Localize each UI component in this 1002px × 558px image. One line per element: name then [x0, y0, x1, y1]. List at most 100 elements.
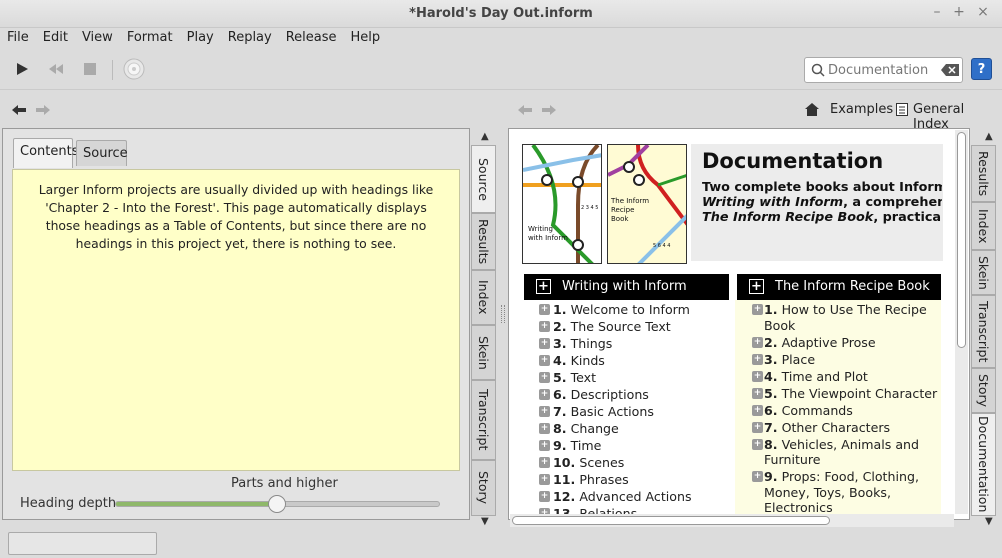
expand-all-icon[interactable]: +	[749, 279, 764, 294]
expand-icon: +	[539, 423, 550, 434]
list-item[interactable]: +7. Other Characters	[735, 420, 941, 436]
list-item[interactable]: +7. Basic Actions	[524, 404, 729, 420]
expand-icon: +	[539, 355, 550, 366]
list-item[interactable]: +12. Advanced Actions	[524, 489, 729, 505]
menu-format[interactable]: Format	[120, 29, 180, 47]
expand-icon: +	[752, 438, 763, 450]
scrollbar-thumb[interactable]	[512, 516, 830, 525]
tab-transcript-vertical[interactable]: Transcript	[971, 295, 996, 368]
expand-icon: +	[752, 404, 763, 416]
list-item[interactable]: +5. Text	[524, 370, 729, 386]
heading-depth-label: Heading depth	[20, 496, 117, 511]
expand-icon: +	[539, 338, 550, 349]
expand-icon: +	[539, 321, 550, 332]
list-item[interactable]: +6. Commands	[735, 403, 941, 419]
list-item[interactable]: +8. Vehicles, Animals and Furniture	[735, 437, 941, 468]
tab-index-vertical[interactable]: Index	[971, 202, 996, 250]
tab-index-vertical[interactable]: Index	[471, 270, 496, 325]
right-tabs-scroll-down-icon[interactable]: ▼	[985, 516, 993, 527]
play-button[interactable]	[10, 58, 34, 80]
list-item[interactable]: +8. Change	[524, 421, 729, 437]
list-item[interactable]: +3. Place	[735, 352, 941, 368]
expand-all-icon[interactable]: +	[536, 279, 551, 294]
list-item[interactable]: +4. Time and Plot	[735, 369, 941, 385]
menu-file[interactable]: File	[0, 29, 36, 47]
list-item[interactable]: +10. Scenes	[524, 455, 729, 471]
slider-handle[interactable]	[268, 495, 286, 513]
slider-fill	[116, 502, 272, 506]
expand-icon: +	[752, 304, 763, 315]
list-item[interactable]: +4. Kinds	[524, 353, 729, 369]
menu-play[interactable]: Play	[180, 29, 221, 47]
menu-edit[interactable]: Edit	[36, 29, 75, 47]
left-forward-button[interactable]	[36, 104, 50, 118]
scrollbar-thumb[interactable]	[957, 132, 966, 348]
list-item[interactable]: +9. Time	[524, 438, 729, 454]
home-icon[interactable]	[805, 103, 819, 116]
search-field[interactable]: Documentation	[804, 57, 963, 83]
maximize-icon[interactable]: +	[950, 4, 968, 20]
release-button[interactable]	[122, 58, 146, 80]
left-tabs-scroll-up-icon[interactable]: ▲	[481, 131, 489, 142]
book2-label: The Inform Recipe Book	[611, 197, 650, 223]
expand-icon: +	[539, 406, 550, 417]
expand-icon: +	[752, 353, 763, 365]
list-item[interactable]: +5. The Viewpoint Character	[735, 386, 941, 402]
tab-transcript-vertical[interactable]: Transcript	[471, 380, 496, 460]
expand-icon: +	[539, 440, 550, 451]
list-item[interactable]: +11. Phrases	[524, 472, 729, 488]
list-item[interactable]: +9. Props: Food, Clothing, Money, Toys, …	[735, 469, 941, 514]
documentation-vertical-scrollbar[interactable]	[955, 130, 968, 514]
expand-icon: +	[752, 421, 763, 433]
tab-skein-vertical[interactable]: Skein	[971, 250, 996, 295]
right-forward-button[interactable]	[542, 104, 556, 118]
list-item[interactable]: +2. Adaptive Prose	[735, 335, 941, 351]
documentation-horizontal-scrollbar[interactable]	[510, 514, 954, 527]
pane-divider-grip[interactable]	[501, 305, 505, 323]
list-item[interactable]: +6. Descriptions	[524, 387, 729, 403]
tab-contents[interactable]: Contents	[13, 138, 78, 168]
replay-button[interactable]	[44, 58, 68, 80]
tab-skein-vertical[interactable]: Skein	[471, 325, 496, 380]
search-placeholder: Documentation	[828, 63, 929, 78]
tab-documentation-vertical[interactable]: Documentation	[971, 413, 996, 516]
disc-icon	[123, 58, 145, 80]
inform-recipe-book-cover[interactable]: The Inform Recipe Book 5 6 4 4	[607, 144, 687, 264]
back-arrow-icon	[12, 105, 26, 115]
left-tabs-scroll-down-icon[interactable]: ▼	[481, 516, 489, 527]
help-button[interactable]: ?	[971, 58, 992, 80]
writing-with-inform-header[interactable]: + Writing with Inform	[524, 274, 729, 300]
window-title: *Harold's Day Out.inform	[409, 6, 593, 21]
menu-view[interactable]: View	[75, 29, 120, 47]
recipe-book-header[interactable]: + The Inform Recipe Book	[737, 274, 941, 300]
list-item[interactable]: +1. Welcome to Inform	[524, 302, 729, 318]
expand-icon: +	[539, 491, 550, 502]
clear-search-icon[interactable]	[941, 64, 959, 76]
tab-story-vertical[interactable]: Story	[971, 368, 996, 413]
writing-with-inform-cover[interactable]: Writing with Inform 2 3 4 5	[522, 144, 602, 264]
tab-results-vertical[interactable]: Results	[471, 213, 496, 270]
menu-replay[interactable]: Replay	[221, 29, 279, 47]
minimize-icon[interactable]: –	[928, 4, 946, 20]
menu-release[interactable]: Release	[279, 29, 344, 47]
slider-caption: Parts and higher	[231, 476, 338, 491]
writing-chapter-list: +1. Welcome to Inform +2. The Source Tex…	[524, 300, 729, 514]
close-icon[interactable]: ×	[974, 4, 992, 20]
tab-story-vertical[interactable]: Story	[471, 460, 496, 516]
stop-button[interactable]	[78, 58, 102, 80]
right-tabs-scroll-up-icon[interactable]: ▲	[985, 131, 993, 142]
list-item[interactable]: +3. Things	[524, 336, 729, 352]
left-back-button[interactable]	[12, 104, 26, 118]
index-book-icon[interactable]	[896, 103, 908, 116]
menu-help[interactable]: Help	[344, 29, 388, 47]
list-item[interactable]: +2. The Source Text	[524, 319, 729, 335]
right-back-button[interactable]	[518, 104, 532, 118]
examples-link[interactable]: Examples	[830, 102, 893, 117]
tab-results-vertical[interactable]: Results	[971, 145, 996, 202]
tab-source[interactable]: Source	[76, 140, 128, 166]
list-item[interactable]: +1. How to Use The Recipe Book	[735, 302, 941, 333]
expand-icon: +	[752, 370, 763, 382]
tab-source-vertical[interactable]: Source	[471, 145, 496, 213]
expand-icon: +	[752, 471, 763, 482]
list-item[interactable]: +13. Relations	[524, 506, 729, 514]
